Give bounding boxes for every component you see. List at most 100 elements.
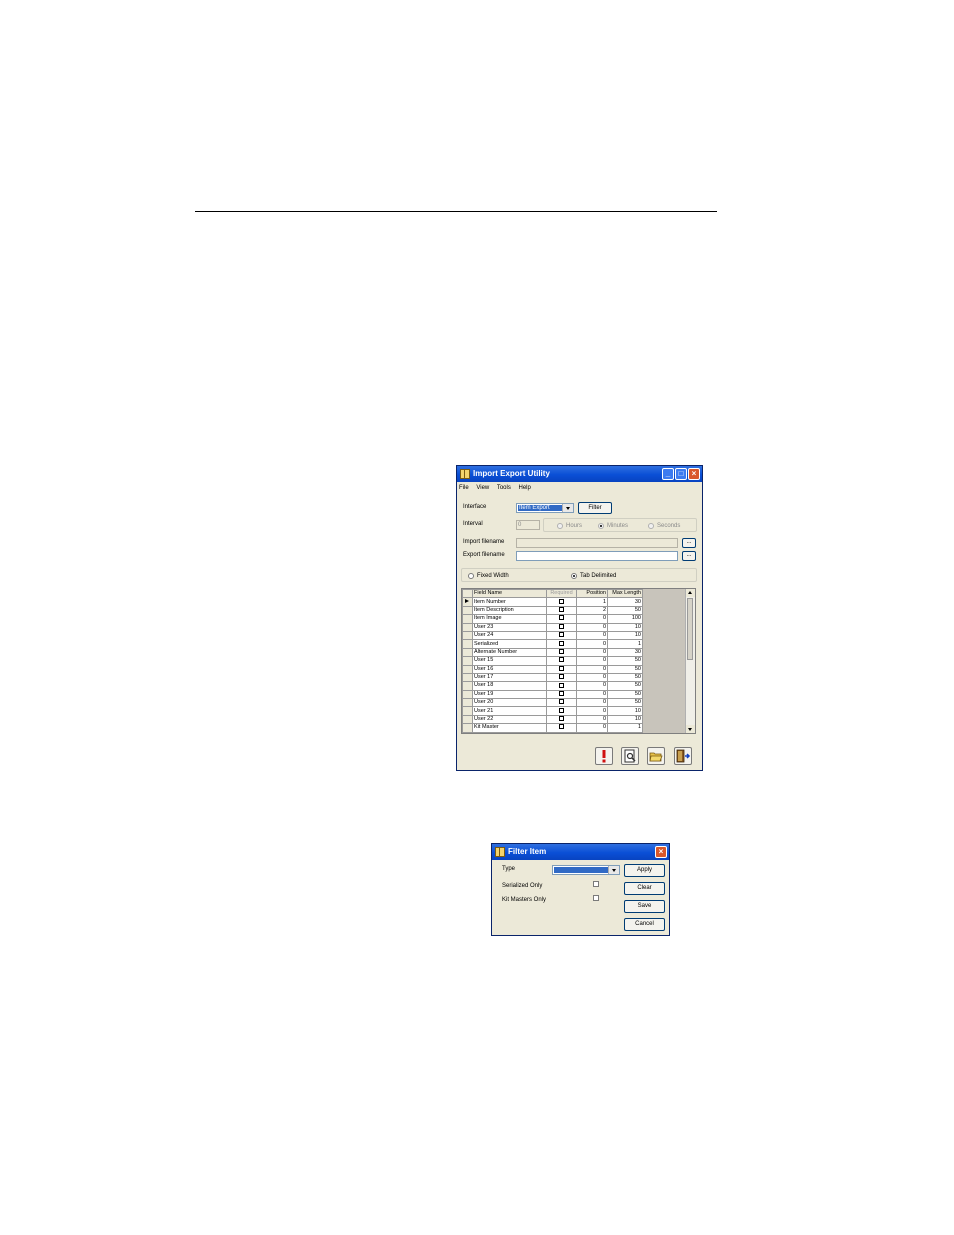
chevron-down-icon[interactable]	[562, 504, 573, 512]
open-folder-button[interactable]	[647, 747, 665, 765]
table-row[interactable]: Alternate Number 0 30	[462, 647, 643, 658]
cancel-button[interactable]: Cancel	[624, 918, 665, 931]
table-row[interactable]: User 15 0 50	[462, 656, 643, 666]
field-name-cell[interactable]: Kit Master	[472, 723, 547, 733]
scroll-up-icon[interactable]	[686, 589, 695, 597]
max-length-cell[interactable]: 50	[607, 681, 643, 691]
position-cell[interactable]: 0	[576, 681, 608, 691]
field-name-cell[interactable]: Serialized	[472, 639, 547, 649]
position-cell[interactable]: 0	[576, 622, 608, 632]
scroll-thumb[interactable]	[687, 598, 693, 660]
table-row[interactable]: User 24 0 10	[462, 630, 643, 641]
required-checkbox[interactable]	[559, 682, 564, 688]
row-selector[interactable]	[462, 681, 473, 691]
hours-radio[interactable]	[557, 523, 563, 529]
max-length-cell[interactable]: 50	[607, 698, 643, 708]
minimize-button[interactable]: _	[662, 468, 674, 480]
position-cell[interactable]: 0	[576, 639, 608, 649]
table-row[interactable]: Kit Master 0 1	[462, 723, 643, 733]
max-length-cell[interactable]: 30	[607, 597, 643, 607]
max-length-cell[interactable]: 50	[607, 672, 643, 683]
col-max-length[interactable]: Max Length	[607, 589, 643, 599]
table-row[interactable]: User 22 0 10	[462, 714, 643, 725]
chevron-down-icon[interactable]	[608, 866, 619, 874]
row-selector[interactable]	[462, 689, 473, 700]
position-cell[interactable]: 0	[576, 698, 608, 708]
position-cell[interactable]: 0	[576, 656, 608, 666]
max-length-cell[interactable]: 50	[607, 605, 643, 616]
required-checkbox[interactable]	[559, 666, 564, 671]
table-row[interactable]: User 17 0 50	[462, 672, 643, 683]
row-selector[interactable]	[462, 664, 473, 674]
table-row[interactable]: Item Image 0 100	[462, 614, 643, 624]
field-name-cell[interactable]: User 20	[472, 698, 547, 708]
table-row[interactable]: Category 030	[462, 731, 643, 734]
menu-view[interactable]: View	[476, 485, 489, 491]
col-required[interactable]: Required	[546, 589, 577, 599]
menu-tools[interactable]: Tools	[497, 485, 511, 491]
field-name-cell[interactable]: User 15	[472, 656, 547, 666]
menu-help[interactable]: Help	[519, 485, 531, 491]
field-name-cell[interactable]: User 17	[472, 672, 547, 683]
table-row[interactable]: Item Number 1 30	[462, 597, 643, 607]
preview-button[interactable]	[621, 747, 639, 765]
kit-masters-only-checkbox[interactable]	[593, 895, 599, 901]
row-selector[interactable]	[462, 672, 473, 683]
position-cell[interactable]: 0	[576, 731, 608, 733]
position-cell[interactable]: 0	[576, 706, 608, 716]
import-browse-button[interactable]: ...	[682, 538, 696, 548]
row-selector[interactable]	[462, 630, 473, 641]
max-length-cell[interactable]: 100	[607, 614, 643, 624]
required-checkbox[interactable]	[559, 657, 564, 663]
apply-button[interactable]: Apply	[624, 864, 665, 877]
max-length-cell[interactable]: 10	[607, 714, 643, 725]
required-checkbox[interactable]	[559, 615, 564, 621]
col-position[interactable]: Position	[576, 589, 608, 599]
close-button[interactable]: ×	[688, 468, 700, 480]
field-name-cell[interactable]: Alternate Number	[472, 647, 547, 658]
table-row[interactable]: User 16 0 50	[462, 664, 643, 674]
export-filename-input[interactable]	[516, 551, 678, 561]
max-length-cell[interactable]: 1	[607, 723, 643, 733]
required-checkbox[interactable]	[559, 598, 564, 604]
required-checkbox[interactable]	[559, 674, 564, 680]
field-name-cell[interactable]: Category	[472, 731, 547, 733]
row-selector[interactable]	[462, 614, 473, 624]
field-name-cell[interactable]: User 18	[472, 681, 547, 691]
position-cell[interactable]: 0	[576, 614, 608, 624]
title-bar[interactable]: Import Export Utility _ □ ×	[457, 466, 702, 482]
export-browse-button[interactable]: ...	[682, 551, 696, 561]
row-selector[interactable]	[462, 706, 473, 716]
required-checkbox[interactable]	[559, 716, 564, 722]
table-row[interactable]: User 23 0 10	[462, 622, 643, 632]
menu-file[interactable]: File	[459, 485, 469, 491]
row-selector[interactable]	[462, 698, 473, 708]
table-row[interactable]: Item Description 2 50	[462, 605, 643, 616]
tab-delimited-radio[interactable]	[571, 573, 577, 579]
field-name-cell[interactable]: User 24	[472, 630, 547, 641]
import-filename-input[interactable]	[516, 538, 678, 548]
row-selector[interactable]	[462, 647, 473, 658]
max-length-cell[interactable]: 10	[607, 622, 643, 632]
max-length-cell[interactable]: 10	[607, 630, 643, 641]
type-select[interactable]	[552, 865, 620, 875]
maximize-button[interactable]: □	[675, 468, 687, 480]
position-cell[interactable]: 0	[576, 664, 608, 674]
max-length-cell[interactable]: 30	[607, 647, 643, 658]
required-checkbox[interactable]	[559, 708, 564, 713]
clear-button[interactable]: Clear	[624, 882, 665, 895]
table-row[interactable]: User 20 0 50	[462, 698, 643, 708]
max-length-cell[interactable]: 50	[607, 689, 643, 700]
seconds-radio[interactable]	[648, 523, 654, 529]
required-checkbox[interactable]	[559, 733, 564, 734]
row-selector[interactable]	[462, 605, 473, 616]
required-checkbox[interactable]	[559, 699, 564, 705]
required-checkbox[interactable]	[559, 640, 564, 646]
field-name-cell[interactable]: User 21	[472, 706, 547, 716]
position-cell[interactable]: 0	[576, 647, 608, 658]
required-checkbox[interactable]	[559, 624, 564, 629]
col-field-name[interactable]: Field Name	[472, 589, 547, 599]
filter-close-button[interactable]: ×	[655, 846, 667, 858]
table-row[interactable]: User 21 0 10	[462, 706, 643, 716]
table-row[interactable]: Serialized 0 1	[462, 639, 643, 649]
